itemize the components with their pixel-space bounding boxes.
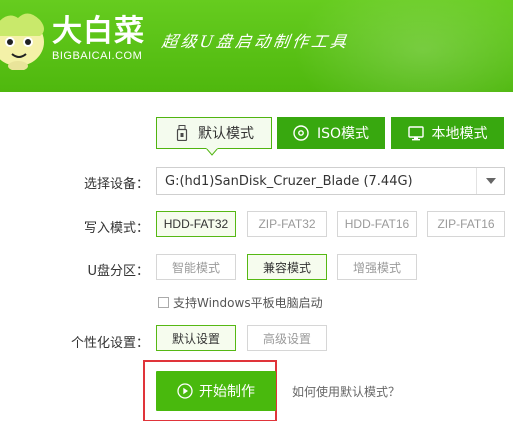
- write-mode-zip-fat32[interactable]: ZIP-FAT32: [247, 211, 327, 237]
- disc-icon: [293, 125, 309, 141]
- monitor-icon: [407, 125, 424, 141]
- write-mode-zip-fat16[interactable]: ZIP-FAT16: [427, 211, 505, 237]
- brand-slogan: 超级U盘启动制作工具: [160, 32, 351, 51]
- play-icon: [177, 383, 193, 399]
- cabbage-mascot-icon: [0, 13, 44, 70]
- start-button-label: 开始制作: [199, 384, 255, 400]
- chevron-down-icon[interactable]: [476, 168, 504, 194]
- write-mode-hdd-fat32[interactable]: HDD-FAT32: [156, 211, 236, 237]
- tab-label: 默认模式: [198, 126, 254, 142]
- app-header: 大白菜 BIGBAICAI.COM 超级U盘启动制作工具: [0, 0, 513, 92]
- personalize-default-settings[interactable]: 默认设置: [156, 325, 236, 351]
- windows-tablet-checkbox[interactable]: [158, 297, 169, 308]
- write-mode-label: 写入模式：: [83, 221, 149, 236]
- usb-drive-icon: [174, 125, 190, 141]
- device-select[interactable]: G:(hd1)SanDisk_Cruzer_Blade (7.44G): [156, 167, 505, 195]
- tab-label: ISO模式: [316, 126, 370, 142]
- partition-label: U盘分区：: [87, 264, 149, 279]
- windows-tablet-option[interactable]: 支持Windows平板电脑启动: [158, 294, 323, 311]
- help-link[interactable]: 如何使用默认模式？: [292, 383, 400, 400]
- device-value: G:(hd1)SanDisk_Cruzer_Blade (7.44G): [165, 173, 413, 189]
- partition-enhanced-mode[interactable]: 增强模式: [337, 254, 417, 280]
- personalize-advanced-settings[interactable]: 高级设置: [247, 325, 327, 351]
- start-button[interactable]: 开始制作: [156, 371, 276, 411]
- windows-tablet-label: 支持Windows平板电脑启动: [173, 296, 323, 310]
- partition-smart-mode[interactable]: 智能模式: [156, 254, 236, 280]
- tab-iso-mode[interactable]: ISO模式: [277, 117, 385, 149]
- brand-site: BIGBAICAI.COM: [52, 50, 143, 62]
- tab-default-mode[interactable]: 默认模式: [156, 117, 272, 149]
- partition-compatible-mode[interactable]: 兼容模式: [247, 254, 327, 280]
- device-label: 选择设备：: [83, 177, 149, 192]
- tab-label: 本地模式: [431, 126, 488, 142]
- personalize-label: 个性化设置：: [70, 336, 149, 351]
- write-mode-hdd-fat16[interactable]: HDD-FAT16: [337, 211, 417, 237]
- tab-pointer-icon: [206, 148, 218, 156]
- tab-local-mode[interactable]: 本地模式: [391, 117, 504, 149]
- brand-name: 大白菜: [52, 14, 145, 49]
